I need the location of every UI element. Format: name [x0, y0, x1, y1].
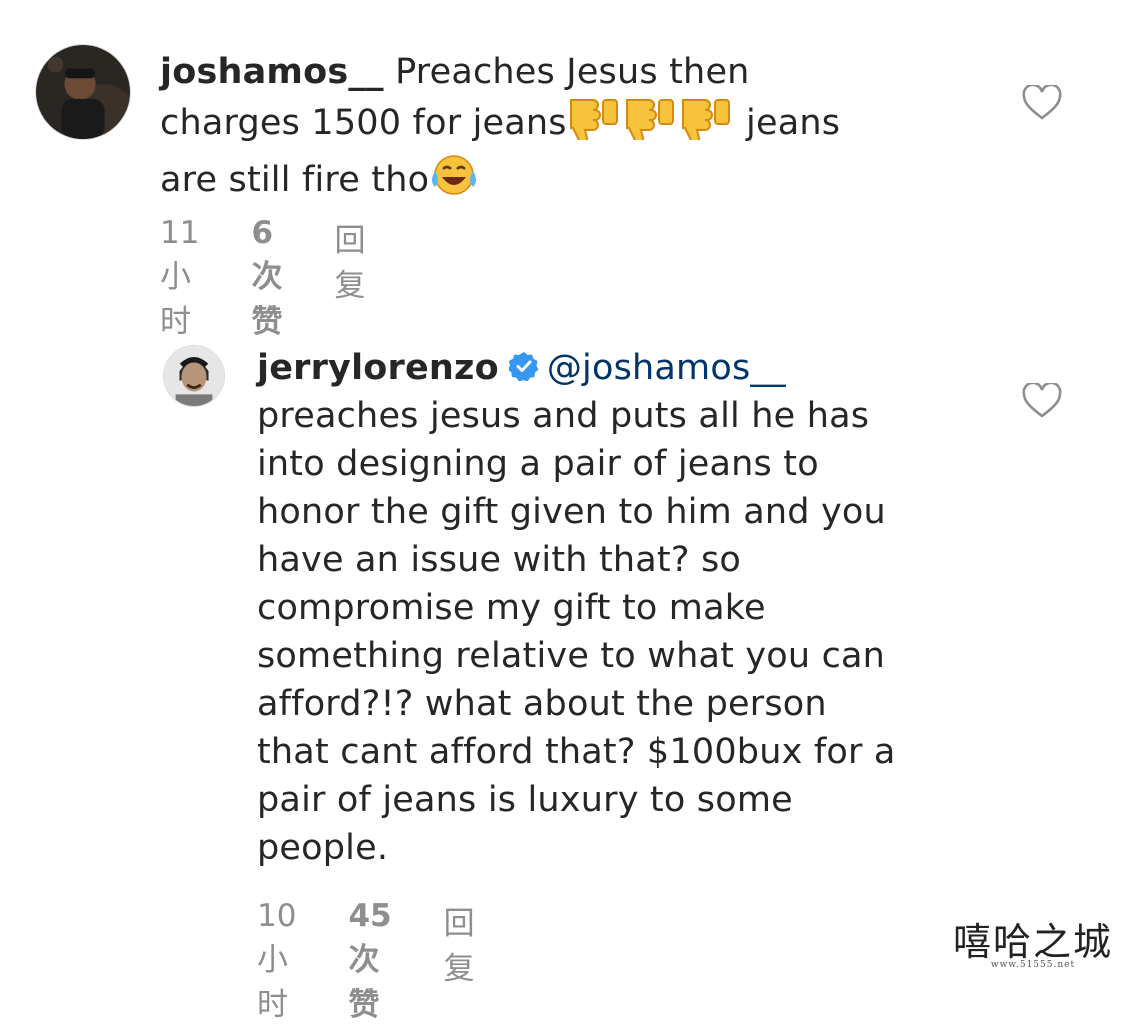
watermark-text: 嘻哈之城 — [952, 920, 1113, 964]
like-heart-icon[interactable] — [1022, 83, 1062, 121]
tears-of-joy-emoji — [429, 153, 479, 210]
comment-time: 10小时 — [257, 898, 297, 1023]
reply-button[interactable]: 回复 — [334, 215, 365, 341]
comment-likes[interactable]: 45次赞 — [348, 898, 391, 1024]
thumbs-down-icon — [625, 99, 674, 145]
comment-username[interactable]: joshamos__ — [160, 52, 384, 92]
comment-body: joshamos__ Preaches Jesus then charges 1… — [160, 48, 920, 210]
thumbs-down-emoji — [567, 96, 735, 153]
avatar[interactable] — [35, 44, 131, 140]
watermark-logo: 嘻哈之城 www.51555.net — [953, 911, 1113, 970]
avatar-photo-icon — [164, 346, 224, 406]
comment-username[interactable]: jerrylorenzo — [257, 348, 499, 388]
verified-badge-icon — [507, 346, 539, 382]
comment-time: 11小时 — [160, 215, 200, 340]
comment-text: preaches jesus and puts all he has into … — [257, 396, 896, 868]
mention-link[interactable]: @joshamos__ — [547, 348, 786, 388]
comment-likes[interactable]: 6次赞 — [251, 215, 282, 341]
thumbs-down-icon — [569, 99, 618, 145]
avatar-photo-icon — [36, 45, 130, 139]
avatar[interactable] — [163, 345, 225, 407]
reply-button[interactable]: 回复 — [444, 898, 475, 1024]
comment-body: jerrylorenzo @joshamos__ preaches jesus … — [257, 344, 997, 872]
thumbs-down-icon — [681, 99, 730, 145]
comment-meta: 10小时 45次赞 回复 — [257, 898, 475, 1024]
comment-meta: 11小时 6次赞 回复 — [160, 215, 365, 341]
like-heart-icon[interactable] — [1022, 381, 1062, 419]
